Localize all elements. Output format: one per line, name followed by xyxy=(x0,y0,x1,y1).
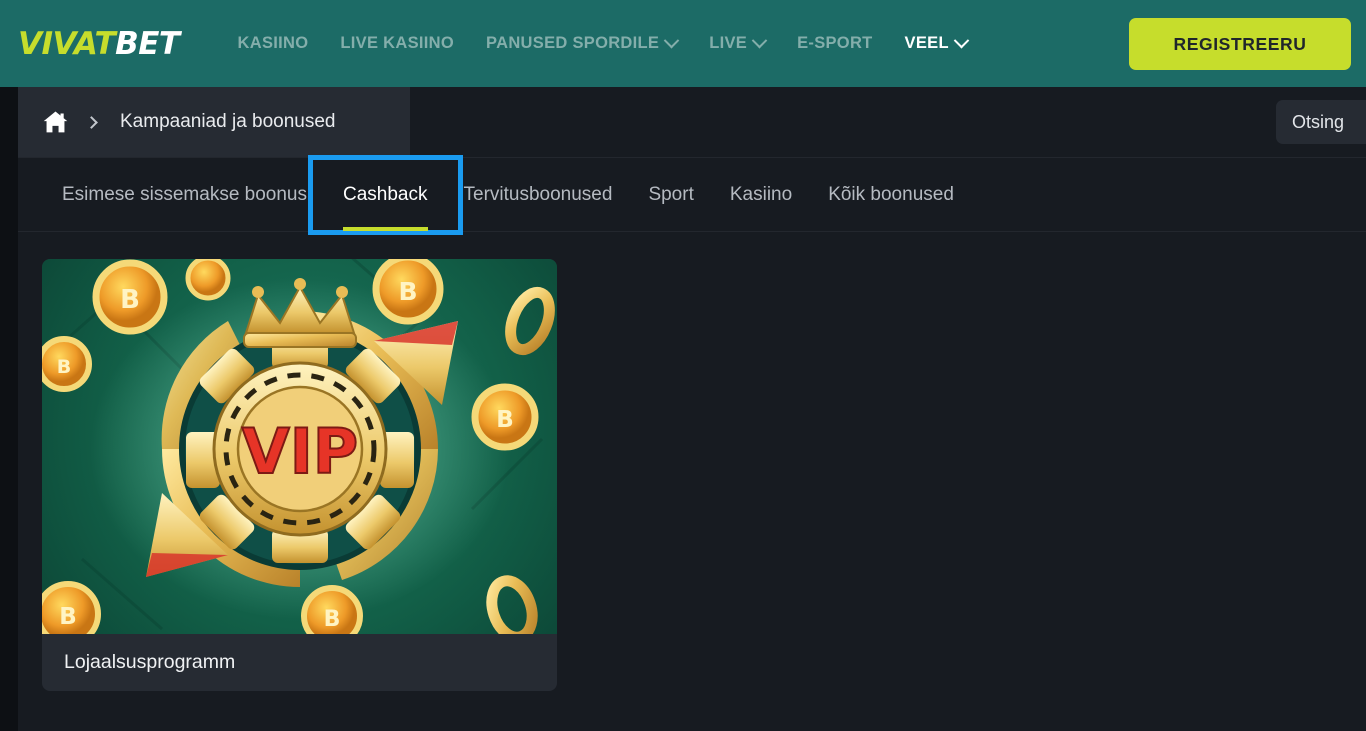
svg-text:B: B xyxy=(496,407,514,433)
page-body: Kampaaniad ja boonused Otsing Esimese si… xyxy=(0,87,1366,731)
nav-item-live-kasiino[interactable]: LIVE KASIINO xyxy=(324,24,470,63)
nav-label: LIVE KASIINO xyxy=(340,34,455,52)
bonus-card-title: Lojaalsusprogramm xyxy=(64,651,236,673)
tab-esimese-sissemakse-boonus[interactable]: Esimese sissemakse boonus xyxy=(44,172,325,218)
breadcrumb: Kampaaniad ja boonused xyxy=(18,87,410,157)
vip-chip-illustration: VIP B B B B B B xyxy=(42,259,555,634)
logo-primary-text: VIVAT xyxy=(18,25,116,62)
tab-label: Kõik boonused xyxy=(828,183,954,205)
breadcrumb-bar: Kampaaniad ja boonused Otsing xyxy=(18,87,1366,158)
nav-label: VEEL xyxy=(904,34,949,52)
nav-item-panused-spordile[interactable]: PANUSED SPORDILE xyxy=(470,24,693,63)
tab-tervitusboonused[interactable]: Tervitusboonused xyxy=(446,172,631,218)
active-tab-underline xyxy=(343,226,428,231)
tab-label: Esimese sissemakse boonus xyxy=(62,183,307,205)
nav-label: PANUSED SPORDILE xyxy=(486,34,660,52)
breadcrumb-current[interactable]: Kampaaniad ja boonused xyxy=(120,111,336,133)
site-logo[interactable]: VIVATBET xyxy=(18,26,180,62)
svg-text:B: B xyxy=(57,356,71,378)
chevron-right-icon xyxy=(85,115,98,129)
home-icon[interactable] xyxy=(42,110,69,134)
search-input[interactable]: Otsing xyxy=(1276,100,1366,144)
site-header: VIVATBET KASIINO LIVE KASIINO PANUSED SP… xyxy=(0,0,1366,87)
tab-cashback[interactable]: Cashback xyxy=(308,154,463,235)
nav-item-live[interactable]: LIVE xyxy=(693,24,781,63)
tab-label: Cashback xyxy=(343,183,428,205)
bonus-card-grid: VIP B B B B B B Lojaalsusprogramm xyxy=(18,232,1366,691)
tab-koik-boonused[interactable]: Kõik boonused xyxy=(810,172,972,218)
svg-text:VIP: VIP xyxy=(242,415,359,488)
tab-label: Kasiino xyxy=(729,183,793,205)
svg-text:B: B xyxy=(59,604,77,630)
register-button[interactable]: REGISTREERU xyxy=(1129,18,1351,70)
tab-label: Tervitusboonused xyxy=(463,183,613,205)
tab-sport[interactable]: Sport xyxy=(630,172,711,218)
nav-item-e-sport[interactable]: E-SPORT xyxy=(781,24,888,63)
tab-kasiino[interactable]: Kasiino xyxy=(712,172,810,218)
svg-text:B: B xyxy=(324,607,341,632)
logo-secondary-text: BET xyxy=(115,25,180,62)
main-navigation: KASIINO LIVE KASIINO PANUSED SPORDILE LI… xyxy=(222,24,983,63)
svg-text:B: B xyxy=(398,277,417,306)
bonus-card-image: VIP B B B B B B xyxy=(42,259,557,634)
chevron-down-icon xyxy=(663,32,680,49)
nav-label: LIVE xyxy=(709,34,748,52)
content-panel: Kampaaniad ja boonused Otsing Esimese si… xyxy=(18,87,1366,731)
chevron-down-icon xyxy=(751,32,768,49)
svg-text:B: B xyxy=(120,285,140,315)
nav-label: E-SPORT xyxy=(797,34,873,52)
nav-item-kasiino[interactable]: KASIINO xyxy=(222,24,325,63)
bonus-card[interactable]: VIP B B B B B B Lojaalsusprogramm xyxy=(42,259,557,691)
tab-label: Sport xyxy=(648,183,694,205)
nav-item-veel[interactable]: VEEL xyxy=(889,24,983,63)
bonus-tabs: Esimese sissemakse boonus Cashback Tervi… xyxy=(18,154,1366,235)
chevron-down-icon xyxy=(953,32,970,49)
nav-label: KASIINO xyxy=(237,34,309,52)
